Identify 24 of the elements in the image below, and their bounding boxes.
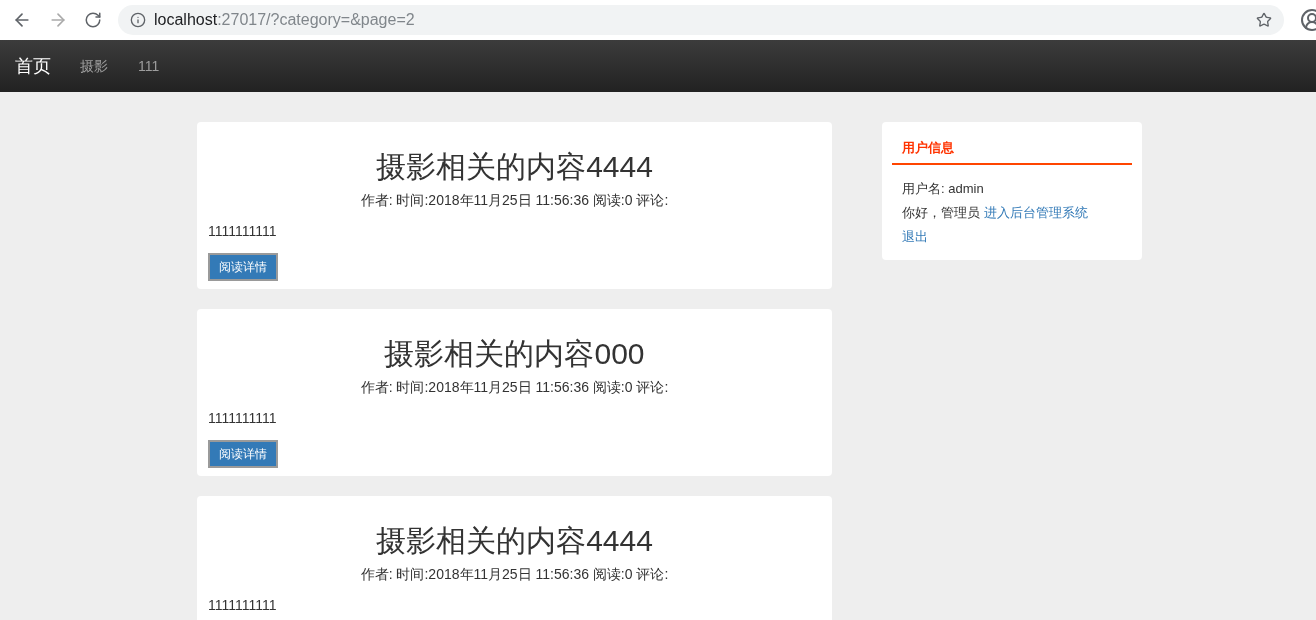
post-meta: 作者: 时间:2018年11月25日 11:56:36 阅读:0 评论: xyxy=(359,191,670,210)
logout-link[interactable]: 退出 xyxy=(902,228,928,244)
read-more-button[interactable]: 阅读详情 xyxy=(208,440,278,468)
post-title: 摄影相关的内容000 xyxy=(383,336,646,372)
post-title: 摄影相关的内容4444 xyxy=(375,149,654,185)
post-title: 摄影相关的内容4444 xyxy=(375,523,654,559)
post-meta: 作者: 时间:2018年11月25日 11:56:36 阅读:0 评论: xyxy=(359,565,670,584)
star-icon[interactable] xyxy=(1256,12,1272,28)
username-text: 用户名: admin xyxy=(902,179,985,198)
post-body: 1111111111 xyxy=(208,409,278,428)
read-more-button[interactable]: 阅读详情 xyxy=(208,253,278,281)
info-icon[interactable] xyxy=(130,12,146,28)
post-meta: 作者: 时间:2018年11月25日 11:56:36 阅读:0 评论: xyxy=(359,378,670,397)
nav-link[interactable]: 111 xyxy=(138,55,160,77)
post-body: 1111111111 xyxy=(208,596,278,615)
reload-icon[interactable] xyxy=(84,11,102,29)
nav-link[interactable]: 摄影 xyxy=(80,55,108,77)
url-text: localhost:27017/?category=&page=2 xyxy=(154,10,415,30)
address-bar[interactable]: localhost:27017/?category=&page=2 xyxy=(118,5,1284,35)
post-body: 1111111111 xyxy=(208,222,278,241)
brand-link[interactable]: 首页 xyxy=(15,52,51,80)
greeting-text: 你好，管理员 xyxy=(902,204,980,220)
panel-heading: 用户信息 xyxy=(892,138,1132,165)
admin-link[interactable]: 进入后台管理系统 xyxy=(983,204,1088,220)
